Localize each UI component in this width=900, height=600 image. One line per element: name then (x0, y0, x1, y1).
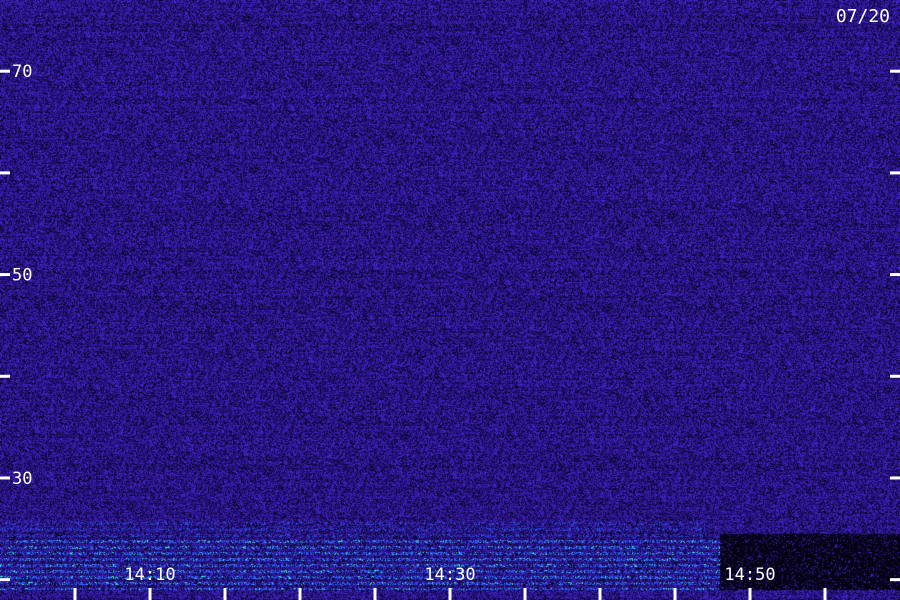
y-axis: 70 50 30 (0, 62, 900, 582)
y-tick-label: 30 (12, 469, 32, 489)
y-tick-label: 50 (12, 266, 32, 286)
x-tick-label: 14:30 (424, 565, 475, 585)
spectrogram-panel: 70 50 30 14:10 14:30 14:50 07/20 (0, 0, 900, 600)
x-axis: 14:10 14:30 14:50 (73, 565, 827, 600)
axes-overlay: 70 50 30 14:10 14:30 14:50 (0, 62, 900, 600)
date-label: 07/20 (835, 6, 890, 27)
y-tick-label: 70 (12, 62, 32, 82)
x-tick-label: 14:10 (124, 565, 175, 585)
x-tick-label: 14:50 (724, 565, 775, 585)
